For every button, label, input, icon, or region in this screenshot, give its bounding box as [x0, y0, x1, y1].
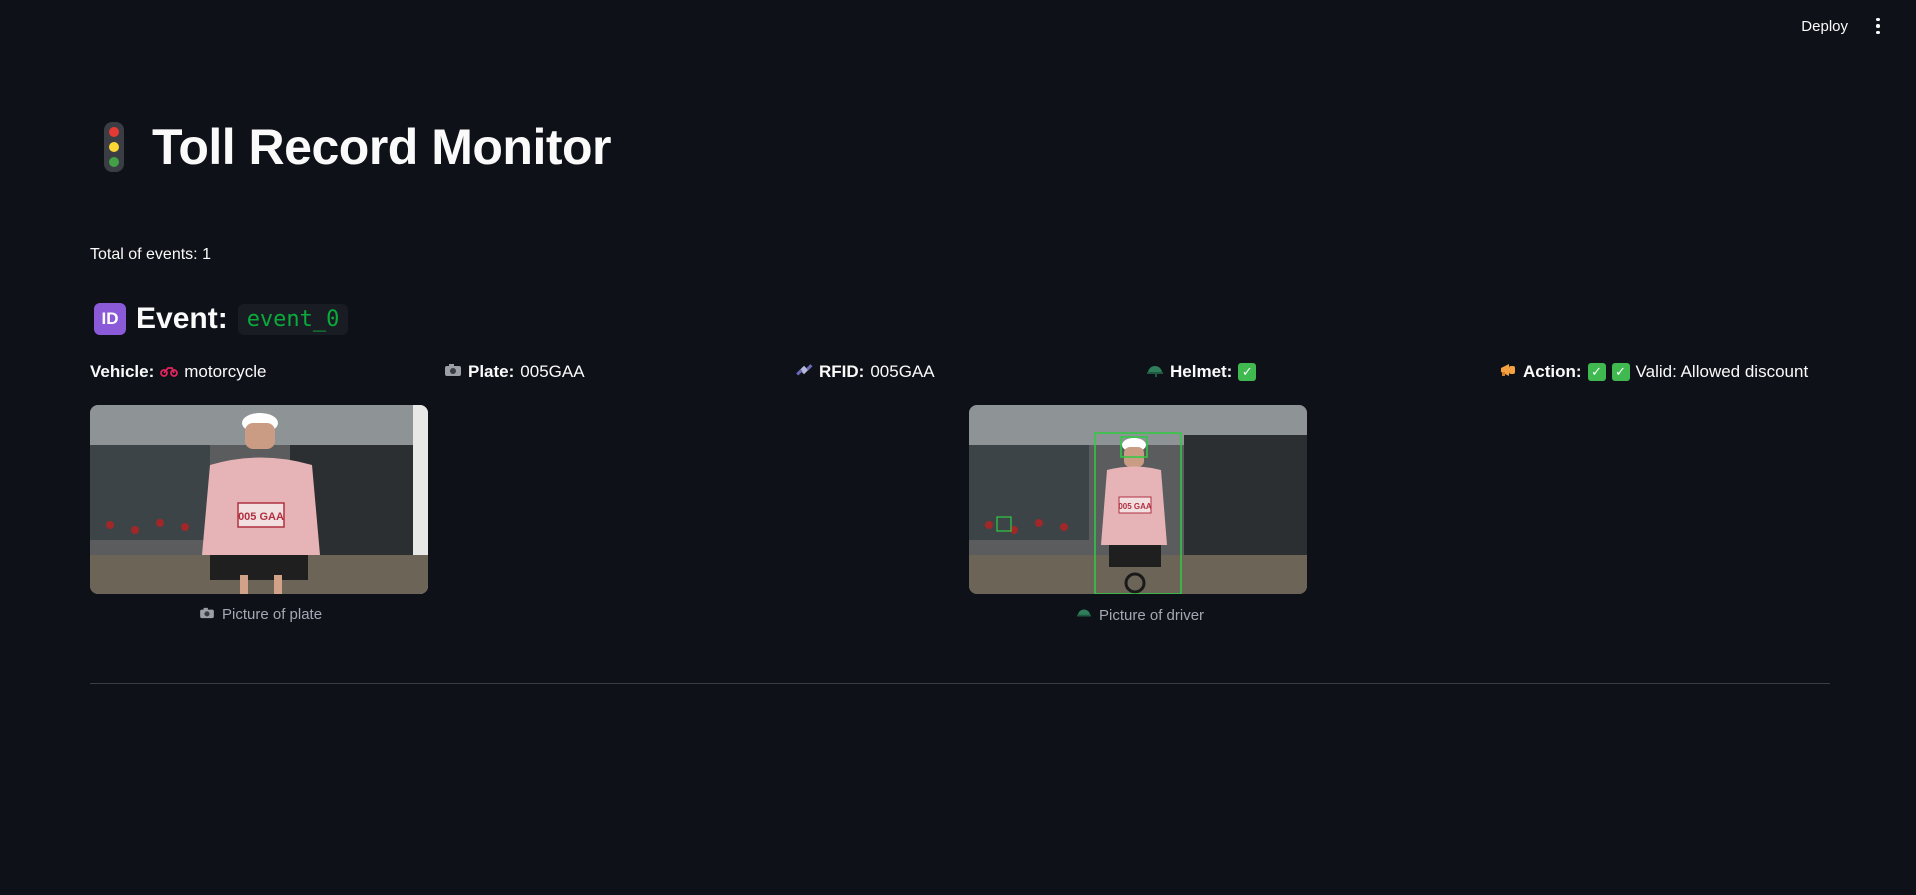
traffic-light-icon	[104, 122, 124, 172]
rfid-field: RFID: 005GAA	[795, 362, 935, 382]
rfid-label: RFID:	[819, 362, 865, 381]
action-check-icon: ✓	[1587, 363, 1606, 381]
driver-caption-text: Picture of driver	[1099, 606, 1205, 624]
driver-picture-plate-text: 005 GAA	[1118, 502, 1152, 511]
deploy-button[interactable]: Deploy	[1797, 16, 1852, 37]
page-title: Toll Record Monitor	[152, 119, 611, 175]
helmet-icon	[1075, 606, 1093, 624]
plate-value: 005GAA	[520, 362, 585, 381]
helmet-field: Helmet: ✓	[1146, 362, 1257, 382]
helmet-icon	[1146, 362, 1164, 382]
total-events: Total of events: 1	[90, 246, 211, 263]
rfid-value: 005GAA	[870, 362, 935, 381]
plate-caption-text: Picture of plate	[222, 606, 323, 623]
id-icon: ID	[94, 303, 126, 335]
helmet-label: Helmet:	[1170, 362, 1233, 381]
more-menu-icon[interactable]	[1874, 16, 1882, 36]
driver-picture-caption: Picture of driver	[1075, 606, 1204, 624]
action-valid-text: Valid: Allowed discount	[1635, 362, 1809, 381]
event-heading: ID Event: event_0	[94, 302, 349, 336]
valid-check-icon: ✓	[1611, 363, 1630, 381]
plate-picture: 005 GAA	[90, 405, 428, 594]
camera-icon	[444, 363, 462, 381]
driver-picture: 005 GAA	[969, 405, 1307, 594]
camera-icon	[198, 606, 216, 623]
vehicle-label: Vehicle:	[90, 362, 155, 381]
event-label: Event:	[136, 302, 228, 335]
helmet-check-icon: ✓	[1238, 363, 1257, 381]
satellite-icon	[795, 362, 813, 382]
divider	[90, 683, 1830, 684]
plate-label: Plate:	[468, 362, 515, 381]
vehicle-field: Vehicle: motorcycle	[90, 362, 266, 382]
motorcycle-icon	[160, 364, 179, 381]
plate-picture-caption: Picture of plate	[198, 606, 322, 623]
plate-picture-plate-text: 005 GAA	[238, 511, 284, 523]
page-header: Toll Record Monitor	[104, 118, 611, 176]
event-id: event_0	[237, 303, 349, 335]
action-label: Action:	[1523, 362, 1582, 381]
megaphone-icon	[1499, 362, 1517, 382]
action-field: Action: ✓ ✓ Valid: Allowed discount	[1499, 362, 1808, 382]
plate-field: Plate: 005GAA	[444, 362, 585, 382]
vehicle-value: motorcycle	[184, 362, 267, 381]
